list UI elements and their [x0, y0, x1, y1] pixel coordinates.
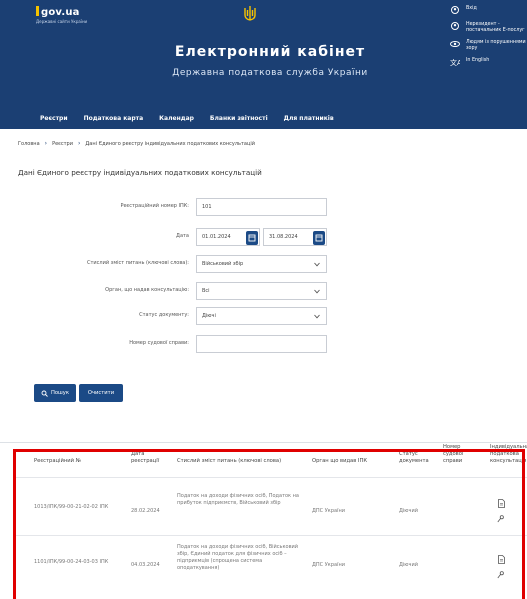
calendar-to-button[interactable] [313, 231, 325, 245]
search-icon [41, 390, 48, 397]
reg-number-input[interactable]: 101 [196, 198, 327, 216]
translate-icon: 文A [450, 58, 460, 66]
nav-calendar[interactable]: Календар [159, 115, 194, 122]
logo-mark-icon [36, 6, 39, 16]
breadcrumb-current: Дані Єдиного реєстру індивідуальних пода… [85, 140, 255, 147]
chevron-down-icon [314, 314, 320, 319]
status-label: Статус документу: [139, 312, 189, 318]
chevron-right-icon: › [44, 140, 48, 147]
header-right-menu: Вхід Нерезидент - постачальник Е-послуг … [450, 6, 527, 72]
reg-number-label: Реєстраційний номер ІПК: [120, 203, 189, 209]
nav-registries[interactable]: Реєстри [40, 115, 68, 122]
calendar-from-button[interactable] [246, 231, 258, 245]
divider [0, 442, 527, 443]
breadcrumb-registries[interactable]: Реєстри [52, 141, 73, 147]
status-select[interactable]: Діючі [196, 307, 327, 325]
chevron-down-icon [314, 262, 320, 267]
status-row: Статус документу: Діючі [0, 307, 527, 325]
nav-for-payers[interactable]: Для платників [284, 115, 334, 122]
court-case-input[interactable] [196, 335, 327, 353]
organ-select[interactable]: Всі [196, 282, 327, 300]
page-title: Дані Єдиного реєстру індивідуальних пода… [18, 168, 262, 177]
site-header: gov.ua Державні сайти України Електронни… [0, 0, 527, 129]
date-from-input[interactable]: 01.01.2024 [196, 228, 260, 246]
login-link[interactable]: Вхід [450, 6, 527, 14]
main-nav: Реєстри Податкова карта Календар Бланки … [40, 115, 350, 122]
user-icon [451, 6, 459, 14]
court-case-label: Номер судової справи: [129, 340, 189, 346]
organ-label: Орган, що надав консультацію: [105, 287, 189, 293]
logo-title: gov.ua [41, 7, 80, 18]
keywords-label: Стислий зміст питань (ключові слова): [86, 260, 189, 266]
nav-report-forms[interactable]: Бланки звітності [210, 115, 268, 122]
cabinet-title: Електронний кабінет [174, 44, 366, 60]
reg-number-row: Реєстраційний номер ІПК: 101 [0, 198, 527, 216]
nonresident-link[interactable]: Нерезидент - постачальник Е-послуг [450, 22, 527, 34]
calendar-icon [315, 234, 323, 242]
date-to-input[interactable]: 31.08.2024 [263, 228, 327, 246]
service-subtitle: Державна податкова служба України [172, 68, 368, 78]
breadcrumb-home[interactable]: Головна [18, 141, 40, 147]
user-circle-icon [451, 22, 459, 30]
keywords-select[interactable]: Військовий збір [196, 255, 327, 273]
svg-text:文A: 文A [450, 58, 460, 66]
keywords-row: Стислий зміст питань (ключові слова): Ві… [0, 255, 527, 273]
nav-tax-map[interactable]: Податкова карта [84, 115, 144, 122]
chevron-right-icon: › [77, 140, 81, 147]
date-row: Дата 01.01.2024 31.08.2024 [0, 228, 527, 246]
calendar-icon [248, 234, 256, 242]
search-button[interactable]: Пошук [34, 384, 76, 402]
table-highlight-frame [13, 449, 525, 599]
chevron-down-icon [314, 289, 320, 294]
court-case-row: Номер судової справи: [0, 335, 527, 353]
english-link[interactable]: 文A In English [450, 58, 527, 66]
accessibility-link[interactable]: Людям із порушеннями зору [450, 40, 527, 52]
eye-icon [450, 41, 460, 47]
clear-button[interactable]: Очистити [79, 384, 123, 402]
organ-row: Орган, що надав консультацію: Всі [0, 282, 527, 300]
trident-icon [244, 6, 256, 21]
gov-ua-logo[interactable]: gov.ua Державні сайти України [36, 6, 87, 24]
breadcrumb: Головна › Реєстри › Дані Єдиного реєстру… [18, 140, 255, 147]
date-label: Дата [176, 233, 189, 239]
logo-subtitle: Державні сайти України [36, 19, 88, 24]
